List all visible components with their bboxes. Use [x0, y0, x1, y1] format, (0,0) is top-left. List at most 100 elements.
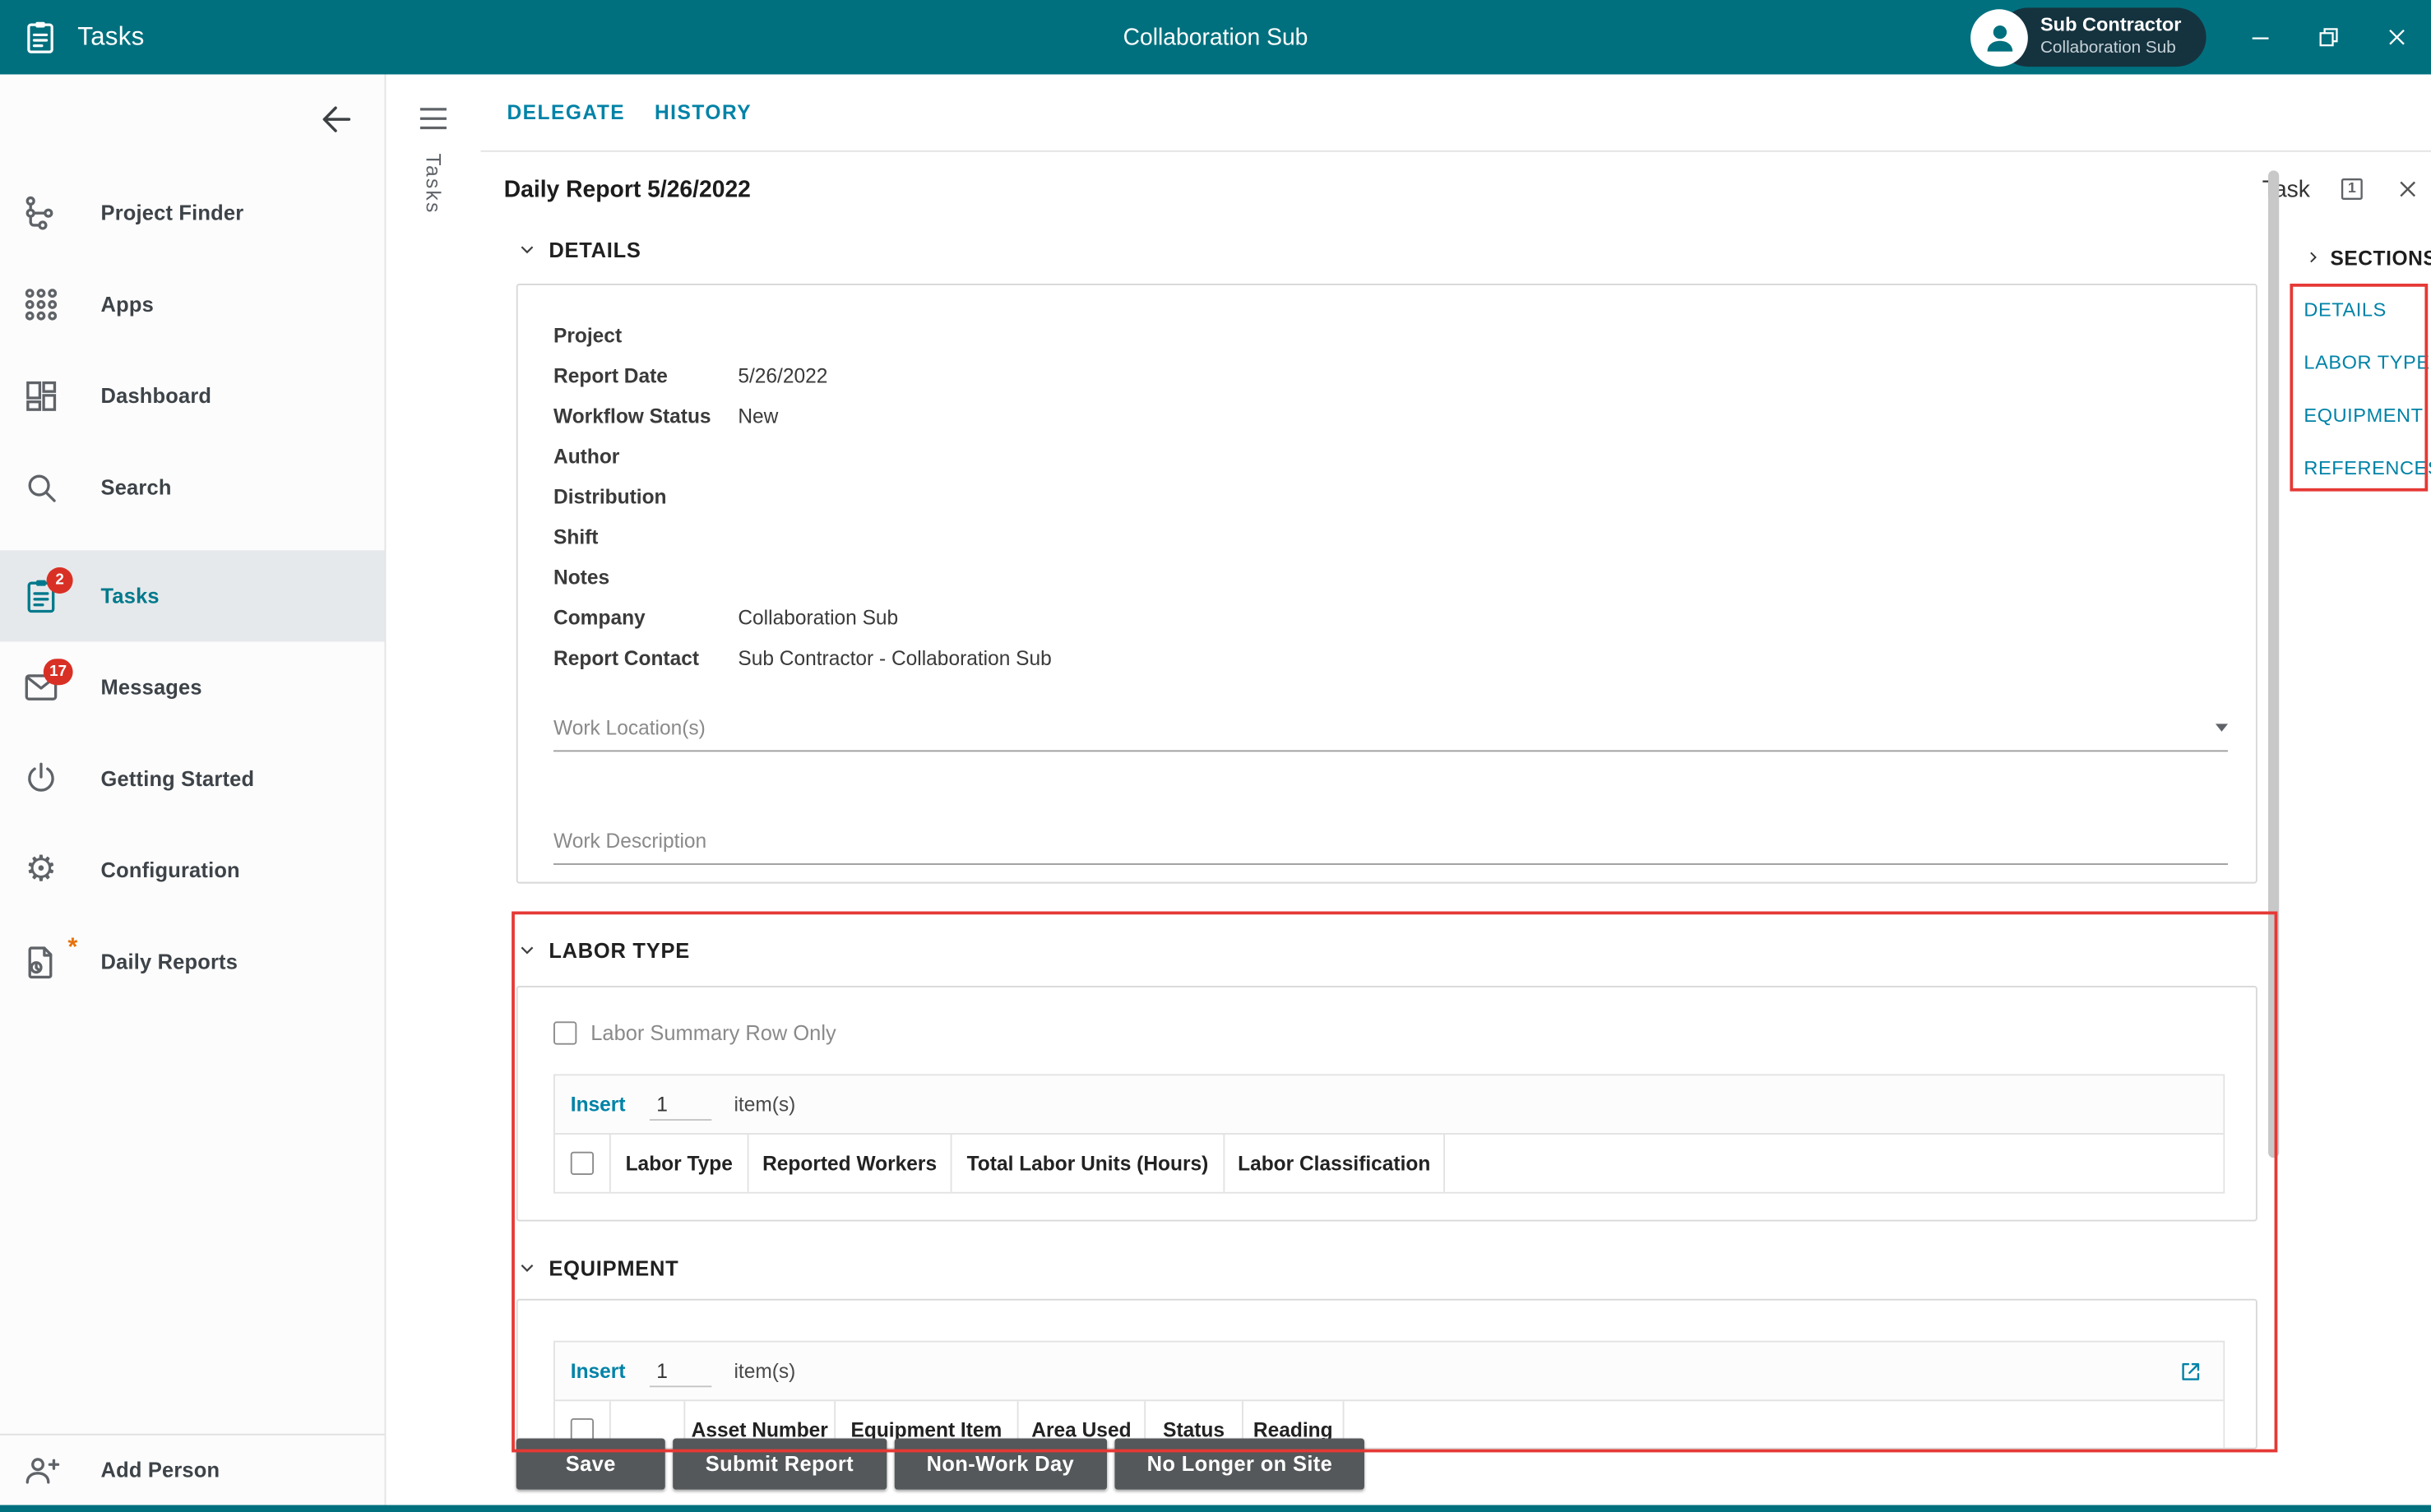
user-name: Sub Contractor	[2040, 15, 2182, 39]
equipment-insert-toolbar: Insert item(s)	[555, 1343, 2223, 1400]
column-header: Labor Classification	[1225, 1135, 1445, 1192]
field-label: Author	[553, 444, 738, 467]
main-content: DELEGATE HISTORY Daily Report 5/26/2022 …	[480, 74, 2431, 1505]
dropdown-caret-icon[interactable]	[2216, 723, 2228, 730]
equipment-section-title: EQUIPMENT	[549, 1256, 678, 1279]
equipment-insert-link[interactable]: Insert	[571, 1359, 626, 1382]
open-external-button[interactable]	[2177, 1357, 2205, 1385]
user-org: Collaboration Sub	[2040, 39, 2182, 60]
task-title-row: Daily Report 5/26/2022 Task 1	[480, 152, 2431, 226]
vertical-scrollbar[interactable]	[2268, 170, 2279, 1158]
details-section-header[interactable]: DETAILS	[516, 236, 641, 264]
app-window: Tasks Collaboration Sub Sub Contractor C…	[0, 0, 2431, 1512]
labor-section-header[interactable]: LABOR TYPE	[516, 936, 690, 964]
sections-link-details[interactable]: DETAILS	[2304, 284, 2431, 336]
equipment-insert-count-input[interactable]	[651, 1356, 712, 1387]
sidebar-item-messages[interactable]: 17 Messages	[0, 641, 385, 733]
sidebar-item-daily-reports[interactable]: * Daily Reports	[0, 916, 385, 1007]
window-bottom-edge	[0, 1505, 2431, 1512]
sidebar-item-configuration[interactable]: ⚙ Configuration	[0, 825, 385, 916]
work-locations-input[interactable]: Work Location(s)	[553, 704, 2228, 751]
sidebar: Project Finder Apps Dashboard	[0, 74, 386, 1505]
tasks-panel-strip: Tasks	[386, 74, 480, 1505]
footer-action-bar: Save Submit Report Non-Work Day No Longe…	[516, 1438, 1365, 1489]
sections-link-equipment[interactable]: EQUIPMENT	[2304, 389, 2431, 442]
close-task-button[interactable]	[2394, 175, 2422, 203]
labor-summary-checkbox[interactable]	[553, 1021, 576, 1044]
field-value: New	[738, 404, 778, 427]
sidebar-item-apps[interactable]: Apps	[0, 259, 385, 350]
sections-link-labor-type[interactable]: LABOR TYPE	[2304, 336, 2431, 389]
back-arrow-icon	[317, 99, 357, 140]
sidebar-item-getting-started[interactable]: Getting Started	[0, 733, 385, 825]
hamburger-menu-icon[interactable]	[419, 107, 448, 130]
work-locations-placeholder: Work Location(s)	[553, 715, 706, 738]
field-label: Distribution	[553, 484, 738, 507]
add-person-button[interactable]: Add Person	[0, 1434, 385, 1505]
sidebar-item-project-finder[interactable]: Project Finder	[0, 168, 385, 259]
field-row-notes: Notes	[553, 557, 2256, 597]
sidebar-item-search[interactable]: Search	[0, 442, 385, 533]
sidebar-item-label: Daily Reports	[101, 950, 238, 973]
strip-vertical-label: Tasks	[422, 154, 445, 215]
column-header: Reported Workers	[749, 1135, 952, 1192]
work-description-input[interactable]: Work Description	[553, 817, 2228, 865]
field-row-workflow-status: Workflow Status New	[553, 395, 2256, 436]
field-row-shift: Shift	[553, 516, 2256, 557]
field-label: Project	[553, 323, 738, 346]
field-row-author: Author	[553, 436, 2256, 476]
no-longer-on-site-button[interactable]: No Longer on Site	[1114, 1438, 1365, 1489]
field-value: Collaboration Sub	[738, 605, 898, 628]
add-person-icon	[21, 1451, 60, 1490]
sidebar-item-label: Dashboard	[101, 385, 212, 408]
labor-select-all-checkbox[interactable]	[571, 1152, 594, 1175]
app-header: Tasks Collaboration Sub Sub Contractor C…	[0, 0, 2431, 74]
sections-nav: SECTIONS DETAILS LABOR TYPE EQUIPMENT RE…	[2304, 242, 2431, 494]
minimize-button[interactable]	[2247, 23, 2275, 51]
sections-link-references[interactable]: REFERENCES	[2304, 442, 2431, 494]
sidebar-item-label: Configuration	[101, 858, 240, 881]
field-label: Shift	[553, 525, 738, 548]
field-label: Report Contact	[553, 645, 738, 668]
field-row-project: Project	[553, 315, 2256, 355]
sidebar-item-label: Search	[101, 476, 172, 499]
equipment-panel: Insert item(s) Asset Number Equipment It…	[516, 1299, 2257, 1450]
tasks-icon: 2	[21, 576, 60, 615]
search-icon	[21, 468, 60, 506]
submit-report-button[interactable]: Submit Report	[673, 1438, 886, 1489]
sidebar-item-label: Project Finder	[101, 201, 244, 224]
user-pill[interactable]: Sub Contractor Collaboration Sub	[1998, 7, 2206, 67]
chevron-down-icon	[516, 939, 538, 960]
tasks-badge: 2	[47, 567, 73, 594]
column-header: Total Labor Units (Hours)	[952, 1135, 1225, 1192]
open-in-window-button[interactable]: 1	[2336, 173, 2368, 205]
column-header-filler	[1445, 1135, 2223, 1192]
chevron-right-icon	[2304, 248, 2322, 267]
save-button[interactable]: Save	[516, 1438, 665, 1489]
labor-insert-link[interactable]: Insert	[571, 1093, 626, 1116]
non-work-day-button[interactable]: Non-Work Day	[894, 1438, 1107, 1489]
close-window-button[interactable]	[2383, 23, 2411, 51]
equipment-section-header[interactable]: EQUIPMENT	[516, 1254, 679, 1282]
labor-insert-count-input[interactable]	[651, 1089, 712, 1120]
daily-reports-marker: *	[68, 935, 78, 963]
sidebar-item-tasks[interactable]: 2 Tasks	[0, 550, 385, 641]
tab-history[interactable]: HISTORY	[655, 101, 752, 124]
user-avatar[interactable]	[1970, 8, 2028, 66]
dashboard-icon	[21, 377, 60, 415]
window-icon-number: 1	[2336, 180, 2368, 197]
details-section-title: DETAILS	[549, 238, 641, 261]
labor-table: Insert item(s) Labor Type Reported Worke…	[553, 1074, 2225, 1193]
field-label: Report Date	[553, 363, 738, 386]
app-title: Tasks	[77, 22, 144, 52]
labor-insert-suffix: item(s)	[734, 1093, 795, 1116]
field-label: Notes	[553, 565, 738, 588]
restore-button[interactable]	[2315, 23, 2343, 51]
close-icon	[2394, 175, 2422, 203]
sections-nav-header[interactable]: SECTIONS	[2304, 242, 2431, 273]
field-value: Sub Contractor - Collaboration Sub	[738, 645, 1051, 668]
tab-delegate[interactable]: DELEGATE	[507, 101, 625, 124]
sidebar-item-dashboard[interactable]: Dashboard	[0, 350, 385, 442]
back-arrow-button[interactable]	[317, 99, 357, 140]
add-person-label: Add Person	[101, 1459, 220, 1482]
